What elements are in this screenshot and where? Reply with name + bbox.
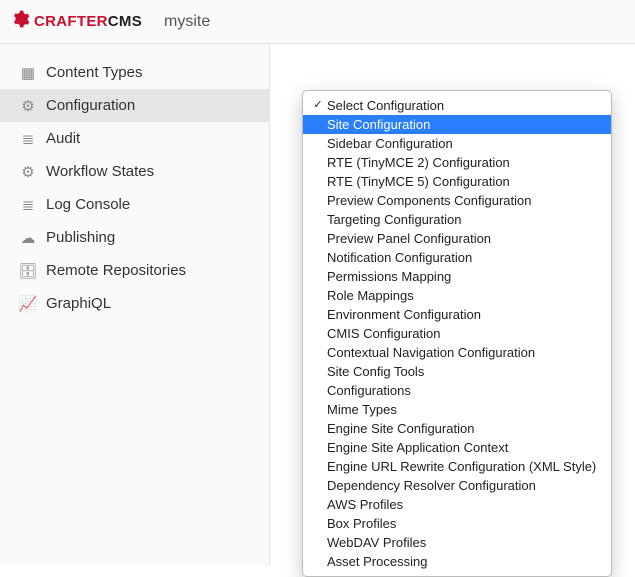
brand-suffix: CMS bbox=[108, 13, 142, 30]
sidebar-item-label: Publishing bbox=[46, 229, 115, 246]
dropdown-item-label: Asset Processing bbox=[325, 553, 427, 570]
sidebar-item-label: Content Types bbox=[46, 64, 142, 81]
dropdown-item-label: RTE (TinyMCE 5) Configuration bbox=[325, 173, 510, 190]
dropdown-item-label: Configurations bbox=[325, 382, 411, 399]
dropdown-item[interactable]: Preview Panel Configuration bbox=[303, 229, 611, 248]
brand-text: CRAFTERCMS bbox=[34, 13, 142, 30]
dropdown-item[interactable]: RTE (TinyMCE 2) Configuration bbox=[303, 153, 611, 172]
dropdown-item-label: Mime Types bbox=[325, 401, 397, 418]
dropdown-item[interactable]: Asset Processing bbox=[303, 552, 611, 571]
dropdown-item-label: Select Configuration bbox=[325, 97, 444, 114]
dropdown-item[interactable]: Dependency Resolver Configuration bbox=[303, 476, 611, 495]
dropdown-item-label: Role Mappings bbox=[325, 287, 414, 304]
dropdown-item-label: Preview Panel Configuration bbox=[325, 230, 491, 247]
dropdown-item[interactable]: Environment Configuration bbox=[303, 305, 611, 324]
dropdown-item-label: Environment Configuration bbox=[325, 306, 481, 323]
dropdown-item-label: RTE (TinyMCE 2) Configuration bbox=[325, 154, 510, 171]
dropdown-item[interactable]: RTE (TinyMCE 5) Configuration bbox=[303, 172, 611, 191]
sidebar-item-publishing[interactable]: ☁ Publishing bbox=[0, 221, 269, 254]
dropdown-item[interactable]: Engine Site Application Context bbox=[303, 438, 611, 457]
dropdown-item[interactable]: Role Mappings bbox=[303, 286, 611, 305]
dropdown-item[interactable]: Permissions Mapping bbox=[303, 267, 611, 286]
chart-icon: 📈 bbox=[20, 296, 36, 312]
dropdown-item-label: Sidebar Configuration bbox=[325, 135, 453, 152]
dropdown-item[interactable]: Box Profiles bbox=[303, 514, 611, 533]
sidebar-item-label: Configuration bbox=[46, 97, 135, 114]
brand-logo: CRAFTERCMS bbox=[10, 9, 142, 34]
sidebar-item-configuration[interactable]: ⚙ Configuration bbox=[0, 89, 269, 122]
gear-icon: ⚙ bbox=[20, 98, 36, 114]
sidebar: ▦ Content Types ⚙ Configuration ≣ Audit ⚙ Workf… bbox=[0, 44, 270, 566]
list-icon: ≣ bbox=[20, 197, 36, 213]
configuration-dropdown[interactable]: ✓Select ConfigurationSite ConfigurationS… bbox=[302, 90, 612, 577]
dropdown-item-label: Notification Configuration bbox=[325, 249, 472, 266]
dropdown-item-label: Preview Components Configuration bbox=[325, 192, 532, 209]
dropdown-item-label: Permissions Mapping bbox=[325, 268, 451, 285]
dropdown-item[interactable]: Mime Types bbox=[303, 400, 611, 419]
sidebar-item-log-console[interactable]: ≣ Log Console bbox=[0, 188, 269, 221]
dropdown-item[interactable]: Sidebar Configuration bbox=[303, 134, 611, 153]
dropdown-item-label: CMIS Configuration bbox=[325, 325, 440, 342]
grid-icon: ▦ bbox=[20, 65, 36, 81]
main-panel: ✓Select ConfigurationSite ConfigurationS… bbox=[270, 44, 635, 566]
database-icon: 🗄 bbox=[20, 263, 36, 279]
dropdown-item[interactable]: ✓Select Configuration bbox=[303, 96, 611, 115]
gear-icon bbox=[10, 9, 30, 34]
dropdown-item[interactable]: Contextual Navigation Configuration bbox=[303, 343, 611, 362]
dropdown-item-label: Box Profiles bbox=[325, 515, 396, 532]
dropdown-item[interactable]: Configurations bbox=[303, 381, 611, 400]
check-icon: ✓ bbox=[311, 97, 325, 114]
dropdown-item-label: WebDAV Profiles bbox=[325, 534, 426, 551]
dropdown-item-label: AWS Profiles bbox=[325, 496, 403, 513]
dropdown-item-label: Engine Site Configuration bbox=[325, 420, 474, 437]
gear-icon: ⚙ bbox=[20, 164, 36, 180]
sidebar-item-label: Log Console bbox=[46, 196, 130, 213]
site-name: mysite bbox=[164, 13, 210, 31]
sidebar-item-label: GraphiQL bbox=[46, 295, 111, 312]
dropdown-item-label: Site Configuration bbox=[325, 116, 430, 133]
dropdown-item[interactable]: Targeting Configuration bbox=[303, 210, 611, 229]
dropdown-item-label: Dependency Resolver Configuration bbox=[325, 477, 536, 494]
sidebar-item-label: Audit bbox=[46, 130, 80, 147]
dropdown-item[interactable]: Engine URL Rewrite Configuration (XML St… bbox=[303, 457, 611, 476]
dropdown-item-label: Contextual Navigation Configuration bbox=[325, 344, 535, 361]
dropdown-item[interactable]: Engine Site Configuration bbox=[303, 419, 611, 438]
sidebar-item-graphiql[interactable]: 📈 GraphiQL bbox=[0, 287, 269, 320]
sidebar-item-remote-repositories[interactable]: 🗄 Remote Repositories bbox=[0, 254, 269, 287]
dropdown-item[interactable]: Site Config Tools bbox=[303, 362, 611, 381]
dropdown-item-label: Engine URL Rewrite Configuration (XML St… bbox=[325, 458, 596, 475]
dropdown-item[interactable]: Preview Components Configuration bbox=[303, 191, 611, 210]
topbar: CRAFTERCMS mysite bbox=[0, 0, 635, 44]
sidebar-item-label: Workflow States bbox=[46, 163, 154, 180]
sidebar-item-workflow-states[interactable]: ⚙ Workflow States bbox=[0, 155, 269, 188]
sidebar-item-audit[interactable]: ≣ Audit bbox=[0, 122, 269, 155]
dropdown-item-label: Engine Site Application Context bbox=[325, 439, 508, 456]
sidebar-item-label: Remote Repositories bbox=[46, 262, 186, 279]
dropdown-item-label: Site Config Tools bbox=[325, 363, 424, 380]
body: ▦ Content Types ⚙ Configuration ≣ Audit ⚙ Workf… bbox=[0, 44, 635, 566]
dropdown-item[interactable]: Notification Configuration bbox=[303, 248, 611, 267]
brand-prefix: CRAFTER bbox=[34, 13, 108, 30]
dropdown-item[interactable]: CMIS Configuration bbox=[303, 324, 611, 343]
dropdown-item-label: Targeting Configuration bbox=[325, 211, 461, 228]
dropdown-item[interactable]: WebDAV Profiles bbox=[303, 533, 611, 552]
dropdown-item[interactable]: Site Configuration bbox=[303, 115, 611, 134]
list-icon: ≣ bbox=[20, 131, 36, 147]
sidebar-item-content-types[interactable]: ▦ Content Types bbox=[0, 56, 269, 89]
cloud-icon: ☁ bbox=[20, 230, 36, 246]
dropdown-item[interactable]: AWS Profiles bbox=[303, 495, 611, 514]
